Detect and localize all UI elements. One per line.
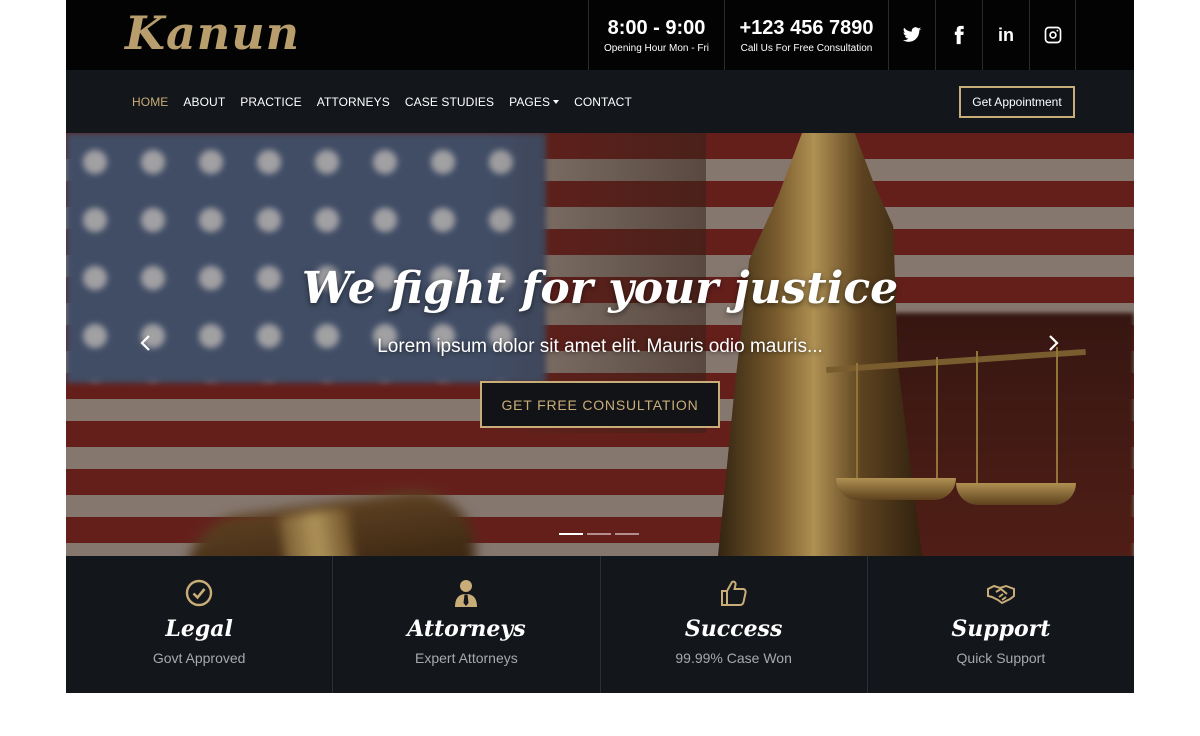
nav-item-home[interactable]: HOME [132, 95, 168, 109]
feature-title: Support [951, 616, 1051, 642]
carousel-indicator[interactable] [587, 533, 611, 535]
top-bar: Kanun 8:00 - 9:00 Opening Hour Mon - Fri… [66, 0, 1134, 70]
nav-item-pages-label: PAGES [509, 94, 551, 109]
caret-down-icon [553, 100, 560, 105]
phone-info: +123 456 7890 Call Us For Free Consultat… [724, 0, 888, 70]
page-frame: Kanun 8:00 - 9:00 Opening Hour Mon - Fri… [66, 0, 1134, 693]
nav-item-case-studies[interactable]: CASE STUDIES [405, 95, 494, 109]
linkedin-link[interactable]: in [982, 0, 1029, 70]
instagram-link[interactable] [1029, 0, 1076, 70]
hours-caption: Opening Hour Mon - Fri [603, 42, 710, 54]
nav-item-contact[interactable]: CONTACT [574, 95, 632, 109]
hero-title: We fight for your justice [301, 263, 899, 314]
feature-title: Attorneys [407, 616, 526, 642]
nav-menu: HOME ABOUT PRACTICE ATTORNEYS CASE STUDI… [132, 70, 647, 133]
features-bar: Legal Govt Approved Attorneys Expert Att… [66, 556, 1134, 693]
opening-hours: 8:00 - 9:00 Opening Hour Mon - Fri [588, 0, 724, 70]
nav-item-practice[interactable]: PRACTICE [240, 95, 301, 109]
hours-value: 8:00 - 9:00 [607, 16, 706, 39]
site-logo[interactable]: Kanun [125, 6, 300, 60]
feature-subtitle: Quick Support [956, 650, 1046, 666]
nav-item-about[interactable]: ABOUT [183, 95, 225, 109]
feature-support: Support Quick Support [868, 556, 1134, 693]
feature-subtitle: Expert Attorneys [415, 650, 518, 666]
free-consultation-button[interactable]: GET FREE CONSULTATION [480, 381, 720, 428]
nav-item-attorneys[interactable]: ATTORNEYS [317, 95, 390, 109]
phone-caption: Call Us For Free Consultation [740, 42, 873, 54]
facebook-link[interactable] [935, 0, 982, 70]
twitter-link[interactable] [888, 0, 935, 70]
linkedin-icon: in [998, 24, 1014, 45]
carousel-indicators [559, 533, 639, 535]
feature-title: Legal [165, 616, 233, 642]
check-circle-icon [184, 578, 214, 608]
nav-item-pages[interactable]: PAGES [509, 94, 560, 109]
phone-number[interactable]: +123 456 7890 [739, 17, 873, 39]
facebook-icon [954, 25, 964, 45]
thumbs-up-icon [719, 578, 749, 608]
hero-carousel: We fight for your justice Lorem ipsum do… [66, 133, 1134, 556]
feature-attorneys: Attorneys Expert Attorneys [333, 556, 601, 693]
feature-title: Success [684, 616, 783, 642]
hero-subtitle: Lorem ipsum dolor sit amet elit. Mauris … [377, 336, 823, 357]
feature-success: Success 99.99% Case Won [601, 556, 868, 693]
instagram-icon [1044, 26, 1061, 44]
top-info: 8:00 - 9:00 Opening Hour Mon - Fri +123 … [588, 0, 1076, 70]
feature-subtitle: Govt Approved [152, 650, 246, 666]
get-appointment-button[interactable]: Get Appointment [959, 86, 1075, 118]
main-nav: HOME ABOUT PRACTICE ATTORNEYS CASE STUDI… [66, 70, 1134, 133]
carousel-indicator[interactable] [559, 533, 583, 535]
feature-subtitle: 99.99% Case Won [675, 650, 792, 666]
twitter-icon [902, 27, 922, 42]
carousel-indicator[interactable] [615, 533, 639, 535]
handshake-icon [986, 578, 1016, 608]
user-tie-icon [451, 578, 481, 608]
feature-legal: Legal Govt Approved [66, 556, 334, 693]
